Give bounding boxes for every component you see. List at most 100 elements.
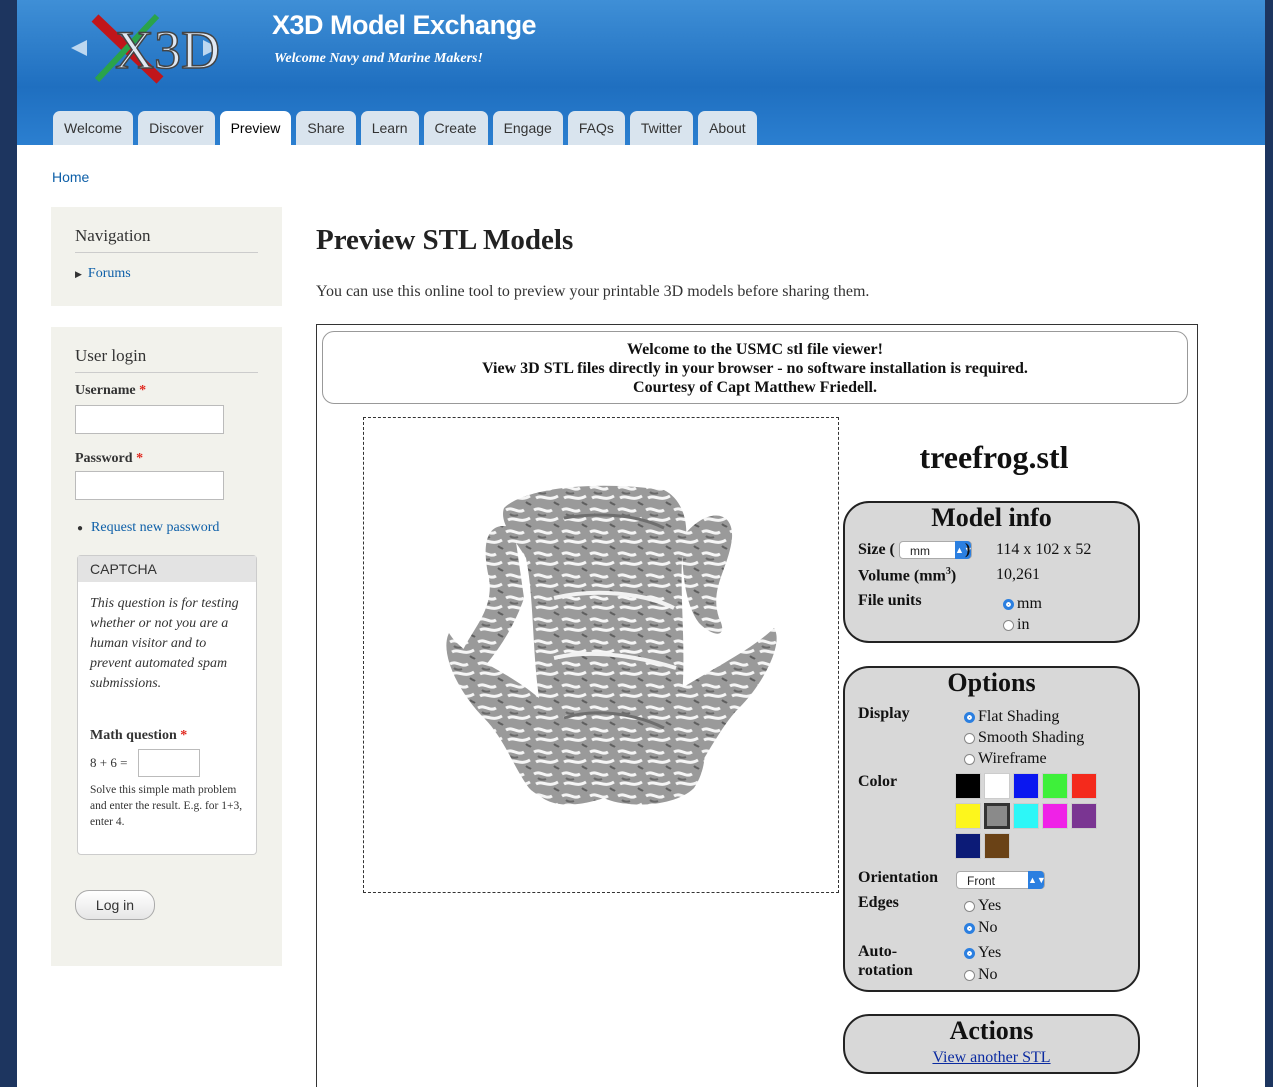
color-swatch[interactable] <box>1013 773 1039 799</box>
welcome-line-2: View 3D STL files directly in your brows… <box>482 360 1028 377</box>
math-question-label: Math question * <box>90 728 188 743</box>
username-input[interactable] <box>75 405 224 434</box>
math-help: Solve this simple math problem and enter… <box>90 784 243 828</box>
welcome-box: Welcome to the USMC stl file viewer! Vie… <box>322 331 1188 404</box>
edges-radio-yes[interactable]: Yes <box>964 897 1001 915</box>
site-name[interactable]: X3D Model Exchange <box>272 10 537 41</box>
units-radio-in[interactable]: in <box>1003 616 1029 634</box>
breadcrumb-home[interactable]: Home <box>52 169 89 185</box>
display-radio-wireframe[interactable]: Wireframe <box>964 750 1047 768</box>
tab-faqs[interactable]: FAQs <box>567 111 625 145</box>
color-swatch[interactable] <box>984 833 1010 859</box>
math-answer-input[interactable] <box>138 749 200 777</box>
volume-label: Volume (mm3) <box>858 566 957 585</box>
options-panel: Options Display Flat Shading Smooth Shad… <box>843 666 1140 992</box>
radio-selected-icon <box>964 922 975 934</box>
color-swatch[interactable] <box>1071 773 1097 799</box>
color-swatch[interactable] <box>984 803 1010 829</box>
tab-twitter[interactable]: Twitter <box>629 111 694 145</box>
radio-unselected-icon <box>964 753 975 765</box>
site-header: X3D X3D Model Exchange Welcome Navy and … <box>17 0 1265 145</box>
request-password-link[interactable]: Request new password <box>91 520 219 536</box>
orientation-select[interactable]: Front ▲▼ <box>956 871 1046 889</box>
actions-title: Actions <box>949 1016 1034 1045</box>
size-label: Size ( <box>858 541 895 558</box>
display-label: Display <box>858 705 910 722</box>
radio-unselected-icon <box>964 732 975 744</box>
color-swatch[interactable] <box>955 773 981 799</box>
color-swatch[interactable] <box>1013 803 1039 829</box>
color-swatch[interactable] <box>1042 803 1068 829</box>
options-title: Options <box>947 668 1036 697</box>
autorotation-label: Auto-rotation <box>858 943 913 979</box>
welcome-line-3: Courtesy of Capt Matthew Friedell. <box>633 379 877 396</box>
triangle-right-icon: ▶ <box>75 268 82 279</box>
color-swatch[interactable] <box>984 773 1010 799</box>
edges-radio-no[interactable]: No <box>964 919 998 937</box>
nav-item-forums[interactable]: ▶ Forums <box>75 266 131 282</box>
radio-unselected-icon <box>964 969 975 981</box>
password-input[interactable] <box>75 471 224 500</box>
site-slogan: Welcome Navy and Marine Makers! <box>274 51 483 66</box>
model-canvas[interactable] <box>363 417 839 893</box>
color-swatch[interactable] <box>955 833 981 859</box>
radio-unselected-icon <box>964 900 975 912</box>
select-arrows-icon: ▲▼ <box>1028 871 1046 889</box>
treefrog-model-render[interactable] <box>364 418 838 892</box>
stl-viewer: Welcome to the USMC stl file viewer! Vie… <box>316 324 1198 1087</box>
size-label-close: ) <box>965 541 971 558</box>
login-button[interactable]: Log in <box>75 890 155 920</box>
size-value: 114 x 102 x 52 <box>996 541 1092 558</box>
volume-value: 10,261 <box>996 566 1040 583</box>
captcha-box: CAPTCHA This question is for testing whe… <box>77 555 257 855</box>
tab-welcome[interactable]: Welcome <box>53 111 134 145</box>
captcha-title: CAPTCHA <box>78 556 256 582</box>
page: X3D X3D Model Exchange Welcome Navy and … <box>17 0 1265 1087</box>
display-radio-flat[interactable]: Flat Shading <box>964 708 1059 726</box>
autorotation-radio-no[interactable]: No <box>964 966 998 984</box>
tab-learn[interactable]: Learn <box>360 111 419 145</box>
captcha-description: This question is for testing whether or … <box>90 596 239 691</box>
tab-create[interactable]: Create <box>423 111 488 145</box>
x3d-logo[interactable]: X3D <box>65 8 225 88</box>
page-title: Preview STL Models <box>316 224 574 256</box>
radio-unselected-icon <box>1003 619 1014 631</box>
navigation-title: Navigation <box>75 226 258 253</box>
tab-engage[interactable]: Engage <box>492 111 563 145</box>
main-tabs: Welcome Discover Preview Share Learn Create En… <box>53 111 757 145</box>
math-prompt: 8 + 6 = <box>90 755 128 770</box>
color-swatch[interactable] <box>1071 803 1097 829</box>
svg-text:X3D: X3D <box>115 20 220 80</box>
model-info-title: Model info <box>931 503 1052 532</box>
user-login-block: User login Username * Password * ● Reque… <box>51 327 282 966</box>
color-swatch[interactable] <box>955 803 981 829</box>
tab-preview[interactable]: Preview <box>219 111 292 145</box>
bullet-icon: ● <box>77 522 84 534</box>
units-radio-mm[interactable]: mm <box>1003 595 1042 613</box>
display-radio-smooth[interactable]: Smooth Shading <box>964 729 1084 747</box>
model-filename: treefrog.stl <box>919 439 1069 475</box>
user-login-title: User login <box>75 346 258 373</box>
tab-about[interactable]: About <box>698 111 757 145</box>
autorotation-radio-yes[interactable]: Yes <box>964 944 1001 962</box>
navigation-block: Navigation ▶ Forums <box>51 207 282 306</box>
password-label: Password * <box>75 451 144 466</box>
color-label: Color <box>858 773 898 790</box>
tab-share[interactable]: Share <box>296 111 356 145</box>
size-unit-select[interactable]: mm ▲▼ <box>899 541 973 559</box>
color-swatch[interactable] <box>1042 773 1068 799</box>
nav-item-forums-label[interactable]: Forums <box>88 266 131 282</box>
actions-panel: Actions View another STL <box>843 1014 1140 1074</box>
username-label: Username * <box>75 383 147 398</box>
radio-selected-icon <box>1003 598 1014 610</box>
radio-selected-icon <box>964 711 975 723</box>
view-another-stl-item: View another STL <box>845 1049 1138 1067</box>
radio-selected-icon <box>964 947 975 959</box>
file-units-label: File units <box>858 592 922 609</box>
model-info-panel: Model info Size ( mm ▲▼ ) 114 x 102 x 52 … <box>843 501 1140 643</box>
request-password-item: ● Request new password <box>77 520 219 536</box>
intro-text: You can use this online tool to preview … <box>316 283 870 300</box>
view-another-stl-link[interactable]: View another STL <box>932 1049 1050 1066</box>
tab-discover[interactable]: Discover <box>138 111 215 145</box>
edges-label: Edges <box>858 894 899 911</box>
